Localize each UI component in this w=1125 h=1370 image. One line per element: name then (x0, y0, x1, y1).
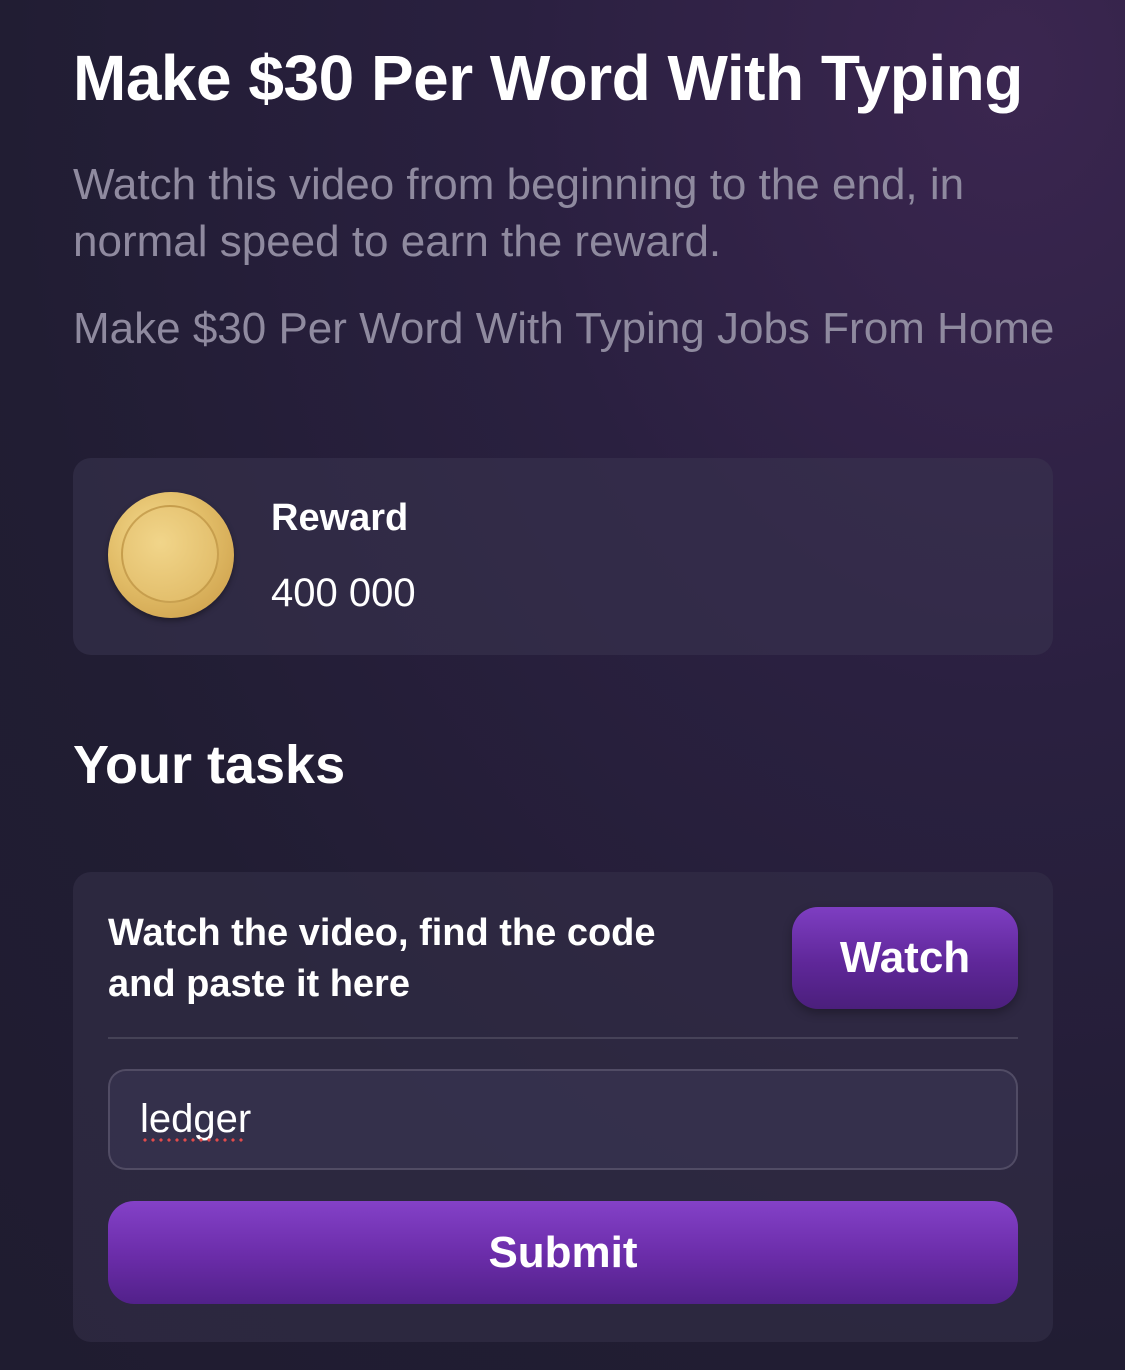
task-description: Watch this video from beginning to the e… (73, 160, 965, 266)
code-input[interactable] (108, 1069, 1018, 1170)
watch-button[interactable]: Watch (792, 907, 1018, 1009)
reward-label: Reward (271, 497, 409, 539)
reward-card: Reward 400 000 (73, 458, 1053, 655)
task-card: Watch the video, find the code and paste… (73, 872, 1053, 1342)
submit-button[interactable]: Submit (108, 1201, 1018, 1304)
tasks-section-title: Your tasks (73, 735, 346, 795)
video-title: Make $30 Per Word With Typing Jobs From … (73, 304, 1055, 353)
spellcheck-underline (141, 1138, 243, 1142)
page-title: Make $30 Per Word With Typing (73, 42, 1023, 114)
coin-inner-ring (121, 505, 219, 603)
coin-icon (108, 492, 234, 618)
divider (108, 1037, 1018, 1039)
reward-value: 400 000 (271, 571, 416, 615)
task-instruction: Watch the video, find the code and paste… (108, 912, 656, 1005)
